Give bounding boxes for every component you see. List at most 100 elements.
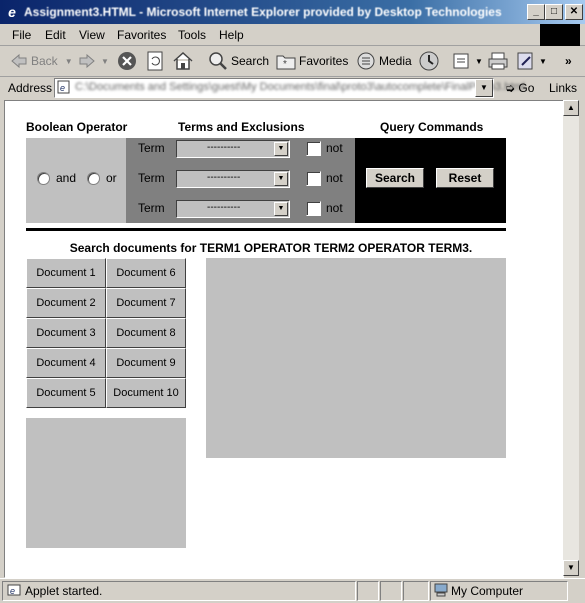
commands-panel: Search Reset	[355, 138, 506, 223]
stop-icon	[118, 52, 136, 70]
term-2-label: Term	[138, 171, 165, 185]
operator-panel: and or	[26, 138, 126, 223]
toolbar: Back ▼ ▼ Search * Favorites Media ▼ ▼ »	[0, 46, 585, 77]
terms-panel: Term ---------- ▼ not Term ---------- ▼ …	[126, 138, 355, 223]
media-label: Media	[379, 54, 412, 68]
mail-icon	[453, 53, 469, 69]
media-icon	[357, 52, 375, 70]
radio-or[interactable]	[87, 172, 100, 185]
edit-button[interactable]: ▼	[516, 52, 547, 70]
radio-or-label: or	[106, 171, 117, 185]
status-segment	[403, 581, 429, 601]
boolean-operator-header: Boolean Operator	[26, 120, 128, 134]
window-title: Assignment3.HTML - Microsoft Internet Ex…	[24, 5, 502, 19]
document-3-button[interactable]: Document 3	[26, 318, 106, 348]
go-label: Go	[518, 81, 535, 95]
menu-view[interactable]: View	[79, 28, 105, 42]
document-6-button[interactable]: Document 6	[106, 258, 186, 288]
menu-bar: File Edit View Favorites Tools Help	[0, 24, 585, 46]
history-icon	[419, 51, 439, 71]
term-3-not-checkbox[interactable]	[306, 201, 321, 216]
title-bar: e Assignment3.HTML - Microsoft Internet …	[0, 0, 585, 24]
windows-logo	[540, 24, 580, 46]
go-button[interactable]: ➭ Go	[505, 81, 534, 95]
toolbar-overflow-icon[interactable]: »	[565, 52, 572, 70]
address-dropdown-icon[interactable]: ▼	[475, 79, 493, 97]
forward-button[interactable]: ▼	[78, 52, 109, 70]
search-description: Search documents for TERM1 OPERATOR TERM…	[69, 241, 473, 255]
favorites-folder-icon: *	[276, 55, 296, 70]
refresh-icon	[147, 51, 163, 71]
term-1-dropdown-icon[interactable]: ▼	[274, 142, 288, 156]
applet-status-icon: e	[7, 583, 21, 597]
document-7-button[interactable]: Document 7	[106, 288, 186, 318]
address-bar: Address e C:\Documents and Settings\gues…	[0, 77, 585, 99]
document-4-button[interactable]: Document 4	[26, 348, 106, 378]
term-3-dropdown-icon[interactable]: ▼	[274, 202, 288, 216]
svg-text:e: e	[10, 586, 15, 596]
history-button[interactable]	[418, 51, 440, 71]
search-button[interactable]: Search	[208, 52, 269, 70]
back-arrow-icon	[11, 54, 27, 68]
print-button[interactable]	[487, 52, 509, 70]
edit-page-icon	[517, 52, 533, 70]
address-value: C:\Documents and Settings\guest\My Docum…	[75, 81, 526, 93]
close-button[interactable]: ✕	[565, 4, 583, 20]
menu-edit[interactable]: Edit	[45, 28, 66, 42]
minimize-button[interactable]: _	[527, 4, 545, 20]
term-2-dropdown-icon[interactable]: ▼	[274, 172, 288, 186]
radio-and[interactable]	[37, 172, 50, 185]
security-zone: My Computer	[451, 584, 524, 598]
menu-favorites[interactable]: Favorites	[117, 28, 166, 42]
stop-button[interactable]	[117, 52, 137, 70]
search-toolbar-label: Search	[231, 54, 270, 68]
address-field[interactable]: e C:\Documents and Settings\guest\My Doc…	[54, 78, 525, 98]
results-pane	[206, 258, 506, 458]
document-9-button[interactable]: Document 9	[106, 348, 186, 378]
detail-pane	[26, 418, 186, 548]
svg-text:*: *	[283, 59, 287, 70]
term-3-label: Term	[138, 201, 165, 215]
term-2-not-label: not	[326, 171, 343, 185]
scroll-down-icon[interactable]: ▼	[563, 560, 579, 576]
print-icon	[488, 52, 508, 70]
reset-button[interactable]: Reset	[436, 168, 494, 188]
page-icon: e	[57, 80, 71, 94]
document-5-button[interactable]: Document 5	[26, 378, 106, 408]
term-2-select[interactable]: ---------- ▼	[176, 170, 290, 188]
document-10-button[interactable]: Document 10	[106, 378, 186, 408]
term-1-not-checkbox[interactable]	[306, 141, 321, 156]
computer-icon	[433, 583, 449, 597]
document-8-button[interactable]: Document 8	[106, 318, 186, 348]
media-button[interactable]: Media	[356, 52, 412, 70]
svg-text:e: e	[60, 83, 65, 93]
term-3-not-label: not	[326, 201, 343, 215]
menu-help[interactable]: Help	[219, 28, 244, 42]
back-button[interactable]: Back ▼	[10, 52, 73, 70]
favorites-button[interactable]: * Favorites	[276, 52, 348, 70]
address-label: Address	[8, 81, 53, 95]
term-1-select[interactable]: ---------- ▼	[176, 140, 290, 158]
refresh-button[interactable]	[146, 51, 164, 71]
term-1-not-label: not	[326, 141, 343, 155]
search-query-button[interactable]: Search	[366, 168, 424, 188]
term-3-select[interactable]: ---------- ▼	[176, 200, 290, 218]
favorites-label: Favorites	[299, 54, 349, 68]
term-2-not-checkbox[interactable]	[306, 171, 321, 186]
mail-button[interactable]: ▼	[452, 52, 483, 70]
menu-tools[interactable]: Tools	[178, 28, 206, 42]
term-1-label: Term	[138, 141, 165, 155]
document-2-button[interactable]: Document 2	[26, 288, 106, 318]
term-1-value: ----------	[207, 142, 241, 153]
term-3-value: ----------	[207, 202, 241, 213]
divider	[26, 228, 506, 231]
vertical-scrollbar[interactable]: ▲ ▼	[563, 100, 579, 576]
forward-arrow-icon	[79, 54, 95, 68]
document-1-button[interactable]: Document 1	[26, 258, 106, 288]
home-button[interactable]	[172, 51, 194, 70]
menu-file[interactable]: File	[12, 28, 31, 42]
maximize-button[interactable]: □	[545, 4, 563, 20]
links-button[interactable]: Links	[549, 81, 577, 95]
scroll-up-icon[interactable]: ▲	[563, 100, 579, 116]
term-2-value: ----------	[207, 172, 241, 183]
